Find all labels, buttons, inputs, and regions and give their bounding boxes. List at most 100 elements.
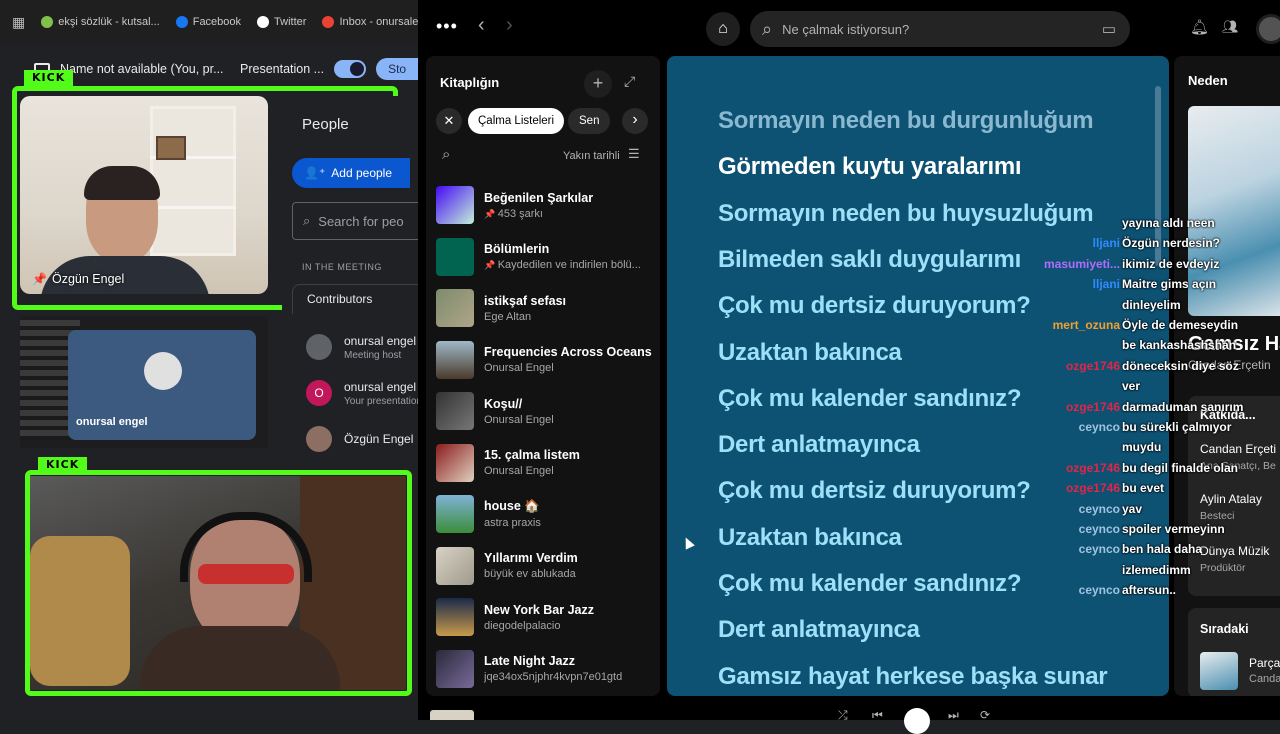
lyric-line[interactable]: Uzaktan bakınca: [718, 339, 902, 367]
kick-badge-top: KICK: [24, 70, 74, 86]
library-item-text: 15. çalma listem Onursal Engel: [484, 448, 580, 477]
home-button[interactable]: ⌂: [706, 12, 740, 46]
participant-row[interactable]: onursal engel Meeting host: [306, 332, 420, 368]
lyric-line[interactable]: Çok mu kalender sandınız?: [718, 570, 1022, 598]
apps-grid-icon[interactable]: ▦: [12, 14, 25, 31]
chat-username: masumiyeti...: [1043, 256, 1120, 271]
friends-icon[interactable]: 👥︎: [1222, 19, 1239, 35]
chat-message: ceynco ben hala daha: [1030, 542, 1280, 562]
presentation-label[interactable]: Presentation ...: [240, 62, 324, 76]
add-people-button[interactable]: 👤⁺ Add people: [292, 158, 410, 188]
library-panel: Kitaplığın + ⤢ ✕ Çalma Listeleri Sen › ⌕…: [426, 56, 660, 696]
pin-icon: 📌: [484, 208, 498, 219]
menu-dots-icon[interactable]: •••: [436, 16, 458, 37]
pause-button[interactable]: [904, 708, 930, 734]
expand-icon[interactable]: ⤢: [624, 73, 635, 90]
library-item[interactable]: istikşaf sefası Ege Altan: [436, 285, 658, 331]
library-item[interactable]: Yıllarımı Verdim büyük ev ablukada: [436, 543, 658, 589]
back-arrow-icon[interactable]: ‹: [478, 14, 485, 37]
presenter-text: Name not available (You, pr...: [60, 62, 224, 76]
chat-username: lljani: [1092, 277, 1120, 292]
lyric-line[interactable]: Çok mu dertsiz duruyorum?: [718, 292, 1031, 320]
presentation-bar: Name not available (You, pr... Presentat…: [22, 54, 420, 84]
chat-message: ceynco aftersun..: [1030, 583, 1280, 603]
lyric-line[interactable]: Gamsız hayat herkese başka sunar: [718, 663, 1108, 691]
tile-name: onursal engel: [76, 416, 148, 428]
library-item[interactable]: house 🏠 astra praxis: [436, 491, 658, 537]
sort-label[interactable]: Yakın tarihli: [563, 150, 620, 162]
lyric-line[interactable]: Uzaktan bakınca: [718, 524, 902, 552]
participant-row[interactable]: O onursal engel Your presentation: [306, 378, 422, 414]
chat-message: yayına aldı neen: [1030, 216, 1280, 236]
library-item[interactable]: Beğenilen Şarkılar 📌 453 şarkı: [436, 182, 658, 228]
library-item[interactable]: Late Night Jazz jqe34ox5njphr4kvpn7e01gtd: [436, 646, 658, 692]
bookmark-item[interactable]: ekşi sözlük - kutsal...: [41, 16, 160, 28]
clear-filter-button[interactable]: ✕: [436, 108, 462, 134]
library-item-sub-text: diegodelpalacio: [484, 619, 561, 632]
avatar[interactable]: [1256, 14, 1280, 44]
library-search-icon[interactable]: ⌕: [442, 146, 450, 163]
next-icon[interactable]: ⏭: [948, 708, 959, 723]
stream-overlay-frame-bottom: [25, 470, 412, 696]
filter-chip-you[interactable]: Sen: [568, 108, 611, 134]
filter-chip-playlists[interactable]: Çalma Listeleri: [468, 108, 565, 134]
library-item[interactable]: 15. çalma listem Onursal Engel: [436, 440, 658, 486]
library-item[interactable]: New York Bar Jazz diegodelpalacio: [436, 594, 658, 640]
chevron-right-icon[interactable]: ›: [622, 108, 648, 134]
chat-text: döneceksin diye söz: [1122, 358, 1239, 373]
chat-text: bu evet: [1122, 481, 1165, 496]
bookmark-label: ekşi sözlük - kutsal...: [58, 16, 160, 28]
tile-avatar: [144, 352, 182, 390]
chat-message: ozge1746 döneceksin diye söz: [1030, 359, 1280, 379]
lyric-line[interactable]: Dert anlatmayınca: [718, 616, 920, 644]
lyric-line[interactable]: Dert anlatmayınca: [718, 431, 920, 459]
in-meeting-label: IN THE MEETING: [302, 262, 382, 272]
previous-icon[interactable]: ⏮: [872, 708, 883, 723]
home-icon: ⌂: [718, 20, 728, 37]
lyric-line[interactable]: Görmeden kuytu yaralarımı: [718, 153, 1022, 181]
bookmark-item[interactable]: Twitter: [257, 16, 306, 28]
add-people-label: Add people: [331, 166, 393, 180]
chat-message: ozge1746 darmaduman sanırım: [1030, 400, 1280, 420]
library-title[interactable]: Kitaplığın: [440, 75, 499, 90]
library-item-sub-text: 453 şarkı: [497, 207, 543, 220]
library-item-sub-text: astra praxis: [484, 517, 541, 529]
now-playing-thumb: [430, 710, 474, 720]
add-icon[interactable]: +: [584, 70, 612, 98]
bookmark-favicon-icon: [41, 16, 54, 28]
library-item-title: 15. çalma listem: [484, 448, 580, 462]
lyric-line[interactable]: Çok mu dertsiz duruyorum?: [718, 477, 1031, 505]
chat-username: lljani: [1092, 236, 1120, 251]
lyric-line[interactable]: Çok mu kalender sandınız?: [718, 385, 1022, 413]
playlist-cover: [436, 340, 474, 379]
people-search-input[interactable]: ⌕ Search for peo: [292, 202, 420, 240]
participant-tile[interactable]: onursal engel: [68, 330, 256, 440]
participant-list: onursal engel Meeting host O onursal eng…: [290, 318, 422, 460]
forward-arrow-icon[interactable]: ›: [506, 14, 513, 37]
add-person-icon: 👤⁺: [304, 166, 326, 180]
library-item[interactable]: Frequencies Across Oceans Onursal Engel: [436, 337, 658, 383]
library-item-text: Beğenilen Şarkılar 📌 453 şarkı: [484, 191, 593, 220]
chat-text: aftersun..: [1122, 583, 1177, 598]
library-item[interactable]: Koşu// Onursal Engel: [436, 388, 658, 434]
spotify-search-input[interactable]: ⌕ Ne çalmak istiyorsun? ▭: [750, 11, 1130, 47]
browse-icon[interactable]: ▭: [1102, 20, 1116, 38]
chat-text: muydu: [1122, 440, 1162, 455]
bell-icon[interactable]: 🔔︎: [1190, 18, 1209, 36]
stop-button[interactable]: Sto: [376, 58, 419, 80]
chat-text: Maitre gims açın: [1122, 277, 1217, 292]
lyric-line[interactable]: Sormayın neden bu durgunluğum: [718, 107, 1094, 135]
participant-row[interactable]: Özgün Engel: [306, 424, 420, 460]
list-view-icon[interactable]: ☰: [628, 146, 640, 162]
shuffle-icon[interactable]: ⤮: [838, 708, 848, 723]
playlist-cover: [436, 546, 474, 585]
library-item[interactable]: Bölümlerin 📌 Kaydedilen ve indirilen bölü…: [436, 234, 658, 280]
chat-username: ozge1746: [1065, 481, 1120, 496]
bookmark-item[interactable]: Facebook: [175, 16, 241, 28]
queue-item-title[interactable]: Parça: [1249, 656, 1280, 670]
shared-screen-tile[interactable]: onursal engel: [20, 316, 268, 448]
lyric-line[interactable]: Bilmeden saklı duygularımı: [718, 246, 1021, 274]
library-item-sub-text: jqe34ox5njphr4kvpn7e01gtd: [484, 671, 623, 683]
presentation-toggle[interactable]: [334, 60, 367, 78]
bookmark-item[interactable]: Inbox - onursalenge...: [322, 16, 420, 28]
